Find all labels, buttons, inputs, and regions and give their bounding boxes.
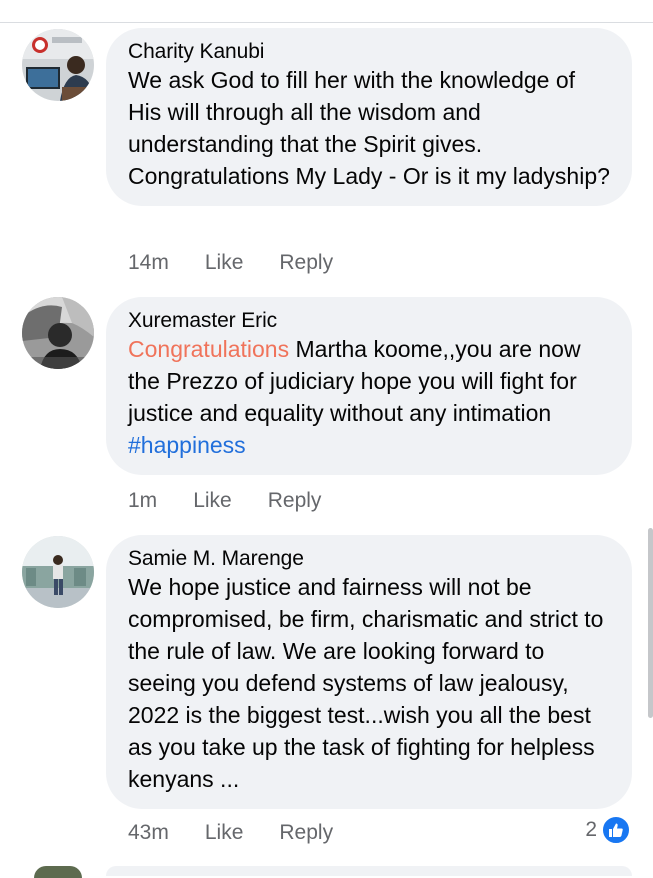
reply-button[interactable]: Reply bbox=[279, 251, 333, 275]
comment-time[interactable]: 1m bbox=[128, 489, 157, 513]
next-comment-bubble bbox=[106, 866, 632, 876]
comment-author[interactable]: Samie M. Marenge bbox=[128, 546, 610, 571]
avatar[interactable] bbox=[22, 536, 94, 608]
like-button[interactable]: Like bbox=[205, 821, 244, 845]
comment-text: We ask God to fill her with the knowledg… bbox=[128, 67, 610, 189]
comment-actions: 43m Like Reply bbox=[128, 821, 333, 845]
comment-bubble: Xuremaster Eric Congratulations Martha k… bbox=[106, 297, 632, 475]
like-button[interactable]: Like bbox=[193, 489, 232, 513]
avatar[interactable] bbox=[22, 297, 94, 369]
comment-bubble: Charity Kanubi We ask God to fill her wi… bbox=[106, 28, 632, 206]
comment-bubble: Samie M. Marenge We hope justice and fai… bbox=[106, 535, 632, 809]
mention-link[interactable]: Congratulations bbox=[128, 336, 289, 362]
comment-time[interactable]: 43m bbox=[128, 821, 169, 845]
next-comment-avatar bbox=[34, 866, 82, 878]
scrollbar[interactable] bbox=[648, 528, 653, 718]
comment-text: We hope justice and fairness will not be… bbox=[128, 574, 604, 792]
comment-text: Congratulations Martha koome,,you are no… bbox=[128, 333, 610, 461]
hashtag-link[interactable]: #happiness bbox=[128, 432, 246, 458]
comment-author[interactable]: Charity Kanubi bbox=[128, 39, 610, 64]
top-divider bbox=[0, 22, 653, 23]
like-thumb-icon bbox=[601, 815, 631, 845]
comment-actions: 1m Like Reply bbox=[128, 489, 321, 513]
reaction-count: 2 bbox=[585, 818, 597, 841]
like-button[interactable]: Like bbox=[205, 251, 244, 275]
avatar[interactable] bbox=[22, 29, 94, 101]
comment-author[interactable]: Xuremaster Eric bbox=[128, 308, 610, 333]
comment-actions: 14m Like Reply bbox=[128, 251, 333, 275]
reply-button[interactable]: Reply bbox=[279, 821, 333, 845]
reply-button[interactable]: Reply bbox=[268, 489, 322, 513]
reaction-summary[interactable]: 2 bbox=[585, 815, 631, 845]
comment-time[interactable]: 14m bbox=[128, 251, 169, 275]
